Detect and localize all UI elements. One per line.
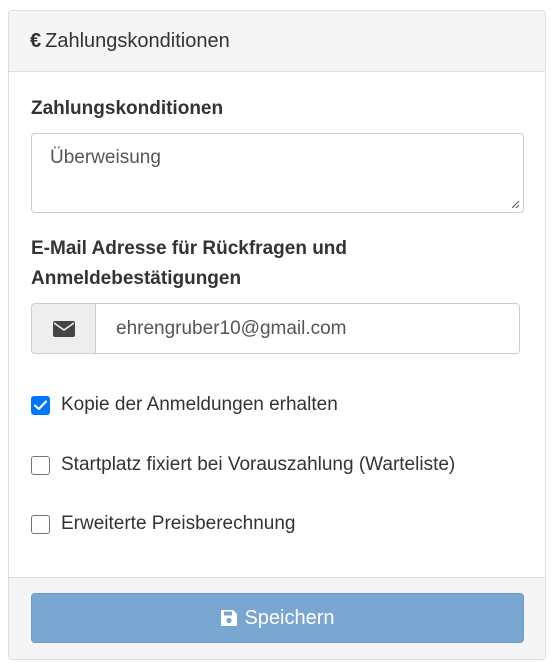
checkbox-extended-pricing[interactable]	[31, 514, 50, 534]
option-extended-pricing[interactable]: Erweiterte Preisberechnung	[31, 513, 295, 535]
email-addon	[32, 304, 96, 353]
option-fixed-start-place[interactable]: Startplatz fixiert bei Vorauszahlung (Wa…	[31, 454, 455, 476]
email-label: E-Mail Adresse für Rückfragen und Anmeld…	[31, 234, 511, 294]
save-button[interactable]: Speichern	[31, 593, 524, 643]
checkbox-fixed-start-place[interactable]	[31, 455, 50, 475]
email-input-group: ehrengruber10@gmail.com	[31, 303, 520, 354]
payment-terms-textarea[interactable]: Überweisung	[31, 133, 524, 213]
resize-handle-icon[interactable]	[510, 199, 520, 209]
email-label-line2: Anmeldebestätigungen	[31, 268, 242, 289]
email-label-line1: E-Mail Adresse für Rückfragen und	[31, 238, 348, 259]
panel-body: Zahlungskonditionen Überweisung E-Mail A…	[9, 72, 545, 577]
checkbox-copy-registrations[interactable]	[31, 395, 50, 415]
email-value: ehrengruber10@gmail.com	[116, 317, 347, 339]
panel-heading: € Zahlungskonditionen	[9, 11, 545, 72]
option-copy-registrations[interactable]: Kopie der Anmeldungen erhalten	[31, 394, 338, 416]
envelope-icon	[52, 320, 75, 337]
option-label: Startplatz fixiert bei Vorauszahlung (Wa…	[61, 454, 456, 475]
payment-terms-label: Zahlungskonditionen	[31, 98, 224, 119]
option-label: Kopie der Anmeldungen erhalten	[61, 394, 338, 415]
email-input[interactable]: ehrengruber10@gmail.com	[96, 304, 519, 353]
option-label: Erweiterte Preisberechnung	[61, 513, 296, 534]
checkmark-icon	[34, 399, 47, 410]
floppy-disk-icon	[220, 609, 238, 627]
save-label: Speichern	[244, 606, 335, 629]
panel-title: Zahlungskonditionen	[45, 29, 230, 52]
payment-terms-value: Überweisung	[50, 147, 161, 168]
panel-footer: Speichern	[9, 577, 545, 659]
payment-terms-panel: € Zahlungskonditionen Zahlungskonditione…	[8, 10, 546, 660]
euro-icon: €	[30, 29, 42, 52]
